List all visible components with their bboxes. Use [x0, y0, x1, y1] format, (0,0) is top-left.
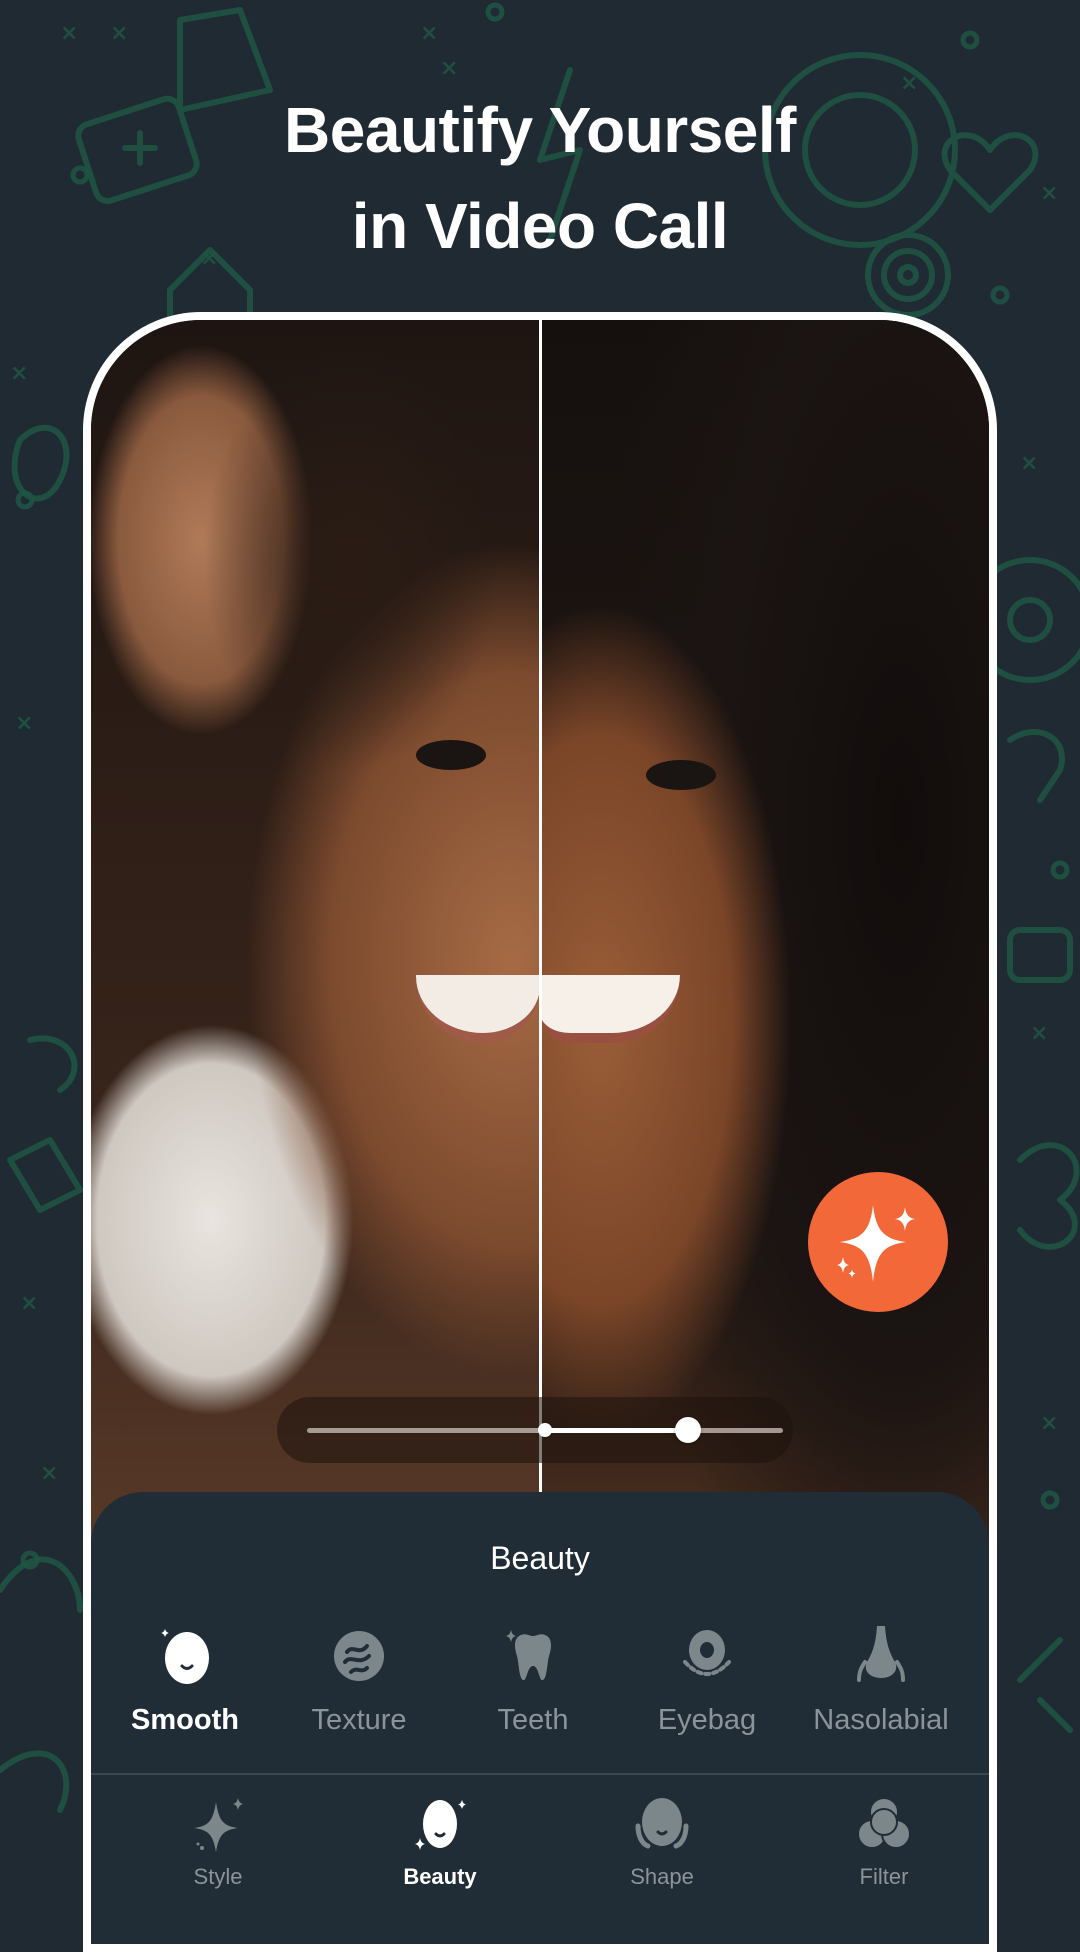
sparkles-icon — [837, 1205, 915, 1282]
smooth-face-icon — [158, 1625, 209, 1684]
svg-text:×: × — [10, 361, 28, 386]
tool-smooth[interactable]: Smooth — [100, 1622, 270, 1737]
before-image-half — [91, 320, 540, 1560]
tool-label: Nasolabial — [813, 1704, 949, 1736]
tool-label: Smooth — [131, 1704, 239, 1736]
tool-nasolabial[interactable]: Nasolabial — [796, 1622, 966, 1737]
headline-line-1: Beautify Yourself — [284, 94, 796, 166]
svg-text:×: × — [1040, 1411, 1058, 1436]
filter-circles-icon — [857, 1797, 911, 1849]
tooth-icon — [506, 1630, 551, 1681]
texture-icon — [334, 1631, 384, 1681]
nose-icon — [857, 1626, 905, 1682]
eye-before — [416, 740, 486, 770]
eyebag-icon — [683, 1630, 731, 1676]
svg-text:×: × — [440, 56, 458, 81]
svg-text:×: × — [1020, 451, 1038, 476]
bottom-tab-bar: Style Beauty Shape Filter — [91, 1792, 989, 1932]
tab-shape[interactable]: Shape — [587, 1792, 737, 1890]
slider-fill — [545, 1428, 688, 1433]
headline-line-2: in Video Call — [351, 190, 729, 262]
tool-texture[interactable]: Texture — [274, 1622, 444, 1737]
panel-divider — [91, 1773, 989, 1775]
tool-teeth[interactable]: Teeth — [448, 1622, 618, 1737]
slider-thumb[interactable] — [674, 1417, 701, 1443]
comparison-divider-handle[interactable] — [539, 320, 542, 1560]
svg-text:×: × — [15, 711, 33, 736]
tool-eyebag[interactable]: Eyebag — [622, 1622, 792, 1737]
intensity-slider[interactable] — [277, 1397, 793, 1463]
tab-label: Beauty — [403, 1864, 477, 1889]
tab-filter[interactable]: Filter — [809, 1792, 959, 1890]
slider-track[interactable] — [307, 1417, 783, 1443]
svg-text:×: × — [110, 21, 128, 46]
svg-text:×: × — [40, 1461, 58, 1486]
tab-label: Filter — [859, 1864, 909, 1889]
beauty-panel: Beauty Smooth Texture Teeth Eyebag Nasol… — [91, 1492, 989, 1944]
svg-text:×: × — [20, 1291, 38, 1316]
face-shape-icon — [635, 1798, 689, 1849]
headline: Beautify Yourself in Video Call — [0, 82, 1080, 274]
tool-label: Texture — [311, 1704, 407, 1736]
tool-label: Teeth — [497, 1704, 569, 1736]
svg-text:×: × — [60, 21, 78, 46]
eye-after — [646, 760, 716, 790]
tab-label: Shape — [630, 1864, 694, 1889]
after-image-half — [540, 320, 989, 1560]
svg-text:×: × — [1030, 1021, 1048, 1046]
panel-title: Beauty — [490, 1540, 590, 1576]
beauty-tools: Smooth Texture Teeth Eyebag Nasolabial — [91, 1622, 989, 1752]
svg-text:×: × — [420, 21, 438, 46]
tab-label: Style — [193, 1864, 243, 1889]
sparkle-icon — [194, 1798, 243, 1852]
tool-label: Eyebag — [657, 1704, 757, 1736]
beauty-face-icon — [415, 1800, 466, 1850]
magic-enhance-button[interactable] — [808, 1172, 948, 1312]
before-after-preview[interactable] — [91, 320, 989, 1560]
tab-style[interactable]: Style — [143, 1792, 293, 1890]
phone-frame: Beauty Smooth Texture Teeth Eyebag Nasol… — [83, 312, 997, 1952]
slider-origin-dot — [538, 1423, 552, 1437]
tab-beauty[interactable]: Beauty — [365, 1792, 515, 1890]
